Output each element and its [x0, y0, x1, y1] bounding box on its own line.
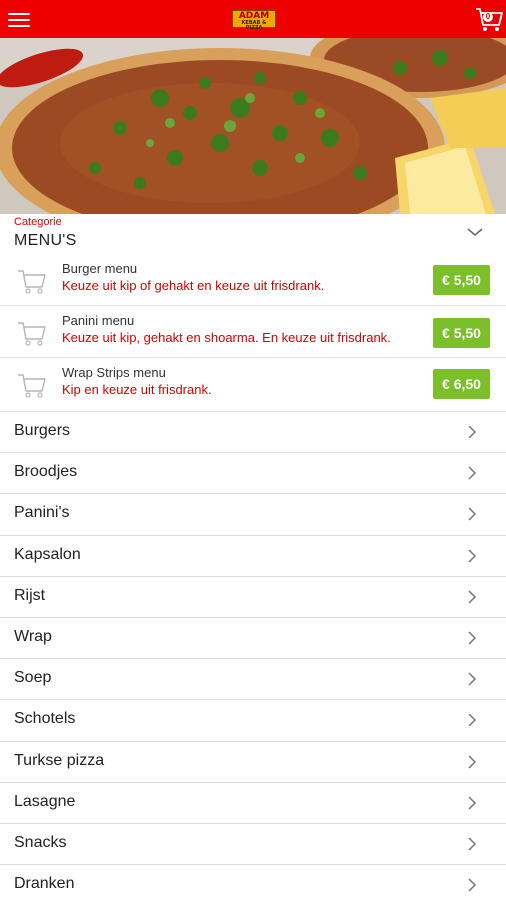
cart-count-badge: 0 — [483, 12, 493, 22]
chevron-right-icon — [468, 755, 477, 769]
menu-item-wrap-strips-menu[interactable]: Wrap Strips menu Kip en keuze uit frisdr… — [0, 358, 506, 410]
menu-item-name: Wrap Strips menu — [62, 365, 166, 380]
category-caption: Categorie — [14, 216, 62, 228]
divider — [0, 534, 506, 536]
divider — [0, 411, 506, 412]
chevron-right-icon — [468, 796, 477, 810]
menu-item-burger-menu[interactable]: Burger menu Keuze uit kip of gehakt en k… — [0, 254, 506, 306]
divider — [0, 781, 506, 783]
category-row-snacks[interactable]: Snacks — [0, 823, 506, 864]
chevron-right-icon — [468, 549, 477, 563]
divider — [0, 864, 506, 866]
chevron-right-icon — [468, 672, 477, 686]
chevron-right-icon — [468, 878, 477, 892]
divider — [0, 823, 506, 824]
cart-icon — [18, 270, 46, 294]
chevron-right-icon — [468, 507, 477, 521]
chevron-right-icon — [468, 425, 477, 439]
category-row-panini-s[interactable]: Panini's — [0, 493, 506, 534]
category-row-dranken[interactable]: Dranken — [0, 864, 506, 905]
chevron-right-icon — [468, 590, 477, 604]
chevron-right-icon — [468, 837, 477, 851]
price-button[interactable]: € 5,50 — [433, 318, 490, 348]
category-label: Dranken — [14, 875, 75, 893]
divider — [0, 575, 506, 577]
divider — [0, 740, 506, 742]
category-header[interactable]: Categorie MENU'S — [0, 214, 506, 254]
menu-item-name: Burger menu — [62, 261, 138, 276]
category-row-broodjes[interactable]: Broodjes — [0, 452, 506, 493]
divider — [0, 699, 506, 701]
category-label: Broodjes — [14, 463, 78, 481]
category-row-burgers[interactable]: Burgers — [0, 411, 506, 452]
category-label: Burgers — [14, 422, 71, 439]
divider — [0, 452, 506, 454]
cart-icon — [18, 374, 46, 398]
category-row-turkse-pizza[interactable]: Turkse pizza — [0, 740, 506, 782]
menu-item-name: Panini menu — [62, 313, 135, 328]
category-label: Wrap — [14, 628, 52, 645]
category-title: MENU'S — [14, 232, 77, 249]
menu-item-description: Kip en keuze uit frisdrank. — [62, 382, 212, 397]
category-label: Panini's — [14, 504, 70, 522]
category-label: Rijst — [14, 586, 46, 604]
chevron-down-icon[interactable] — [466, 226, 484, 238]
chevron-right-icon — [468, 466, 477, 480]
category-row-kapsalon[interactable]: Kapsalon — [0, 534, 506, 576]
hamburger-menu-icon[interactable] — [8, 8, 32, 30]
chevron-right-icon — [468, 631, 477, 645]
cart-icon — [18, 322, 46, 346]
category-row-lasagne[interactable]: Lasagne — [0, 781, 506, 823]
lahmacun-pizza-image — [0, 38, 506, 214]
category-row-schotels[interactable]: Schotels — [0, 699, 506, 740]
category-label: Schotels — [14, 710, 76, 728]
divider — [0, 617, 506, 618]
price-button[interactable]: € 6,50 — [433, 369, 490, 399]
category-label: Kapsalon — [14, 545, 81, 563]
divider — [0, 493, 506, 495]
category-row-wrap[interactable]: Wrap — [0, 617, 506, 658]
category-label: Snacks — [14, 834, 67, 851]
price-button[interactable]: € 5,50 — [433, 265, 490, 295]
category-label: Soep — [14, 669, 52, 687]
category-row-rijst[interactable]: Rijst — [0, 575, 506, 617]
menu-item-panini-menu[interactable]: Panini menu Keuze uit kip, gehakt en sho… — [0, 306, 506, 358]
category-label: Lasagne — [14, 792, 76, 810]
category-label: Turkse pizza — [14, 751, 105, 769]
hero-food-image — [0, 38, 506, 214]
restaurant-logo: ADAM KEBAB & PIZZA — [232, 10, 276, 31]
shopping-cart-button[interactable]: 0 — [474, 4, 504, 34]
divider — [0, 658, 506, 660]
logo-subtext: KEBAB & PIZZA — [241, 20, 267, 31]
menu-item-description: Keuze uit kip, gehakt en shoarma. En keu… — [62, 330, 391, 345]
app-header: ADAM KEBAB & PIZZA 0 — [0, 0, 506, 38]
menu-item-description: Keuze uit kip of gehakt en keuze uit fri… — [62, 278, 325, 293]
chevron-right-icon — [468, 713, 477, 727]
category-row-soep[interactable]: Soep — [0, 658, 506, 699]
